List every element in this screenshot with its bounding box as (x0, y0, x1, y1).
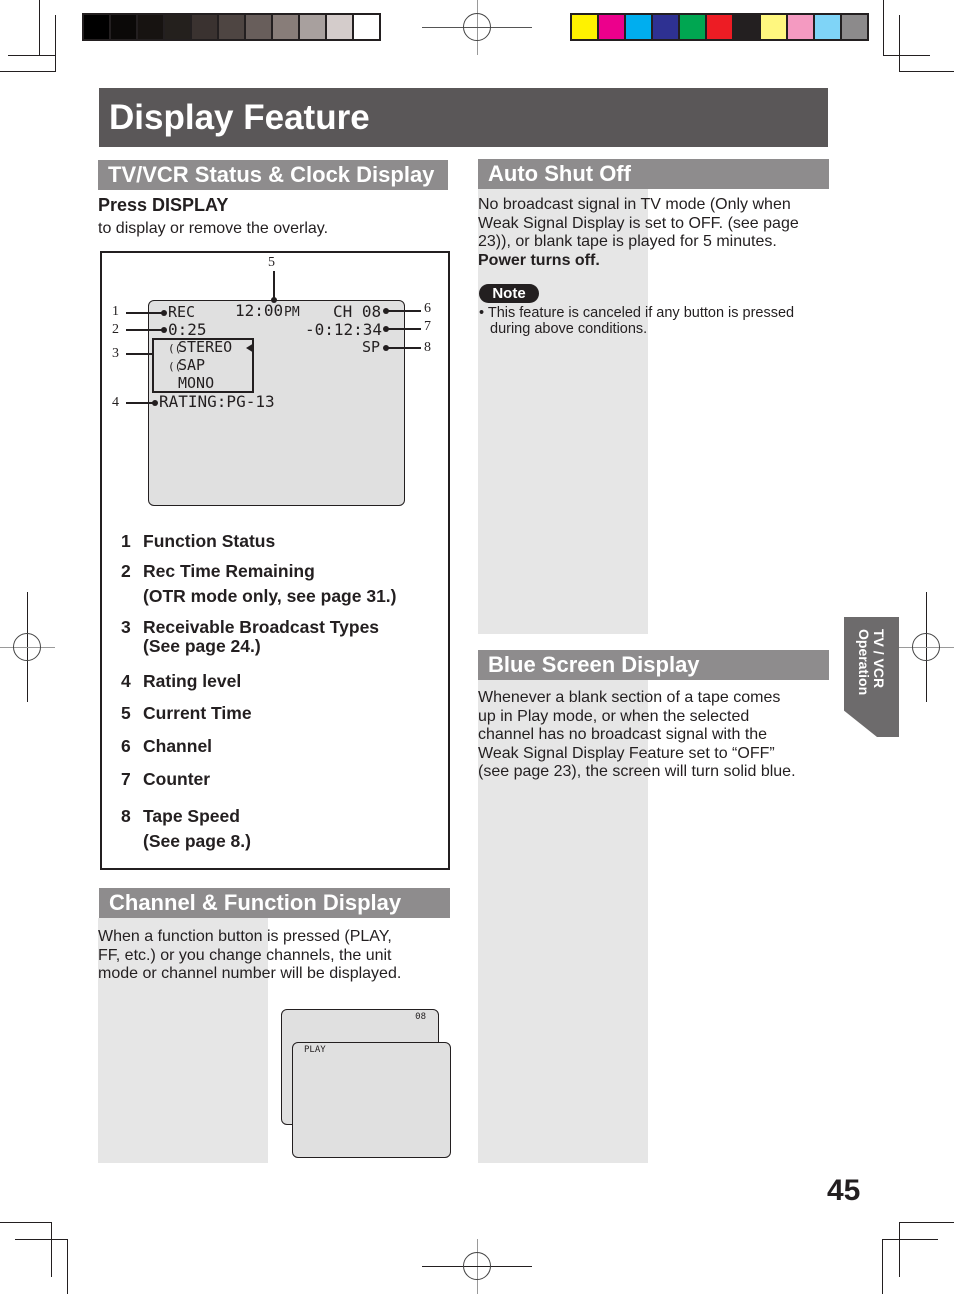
callout-2: 2 (112, 322, 119, 337)
osd-speed: SP (362, 338, 381, 356)
color-swatch (707, 15, 732, 39)
color-swatch (192, 15, 217, 39)
callout-8: 8 (424, 340, 431, 355)
color-swatch (354, 15, 379, 39)
color-swatch (327, 15, 352, 39)
osd-mono: MONO (178, 374, 215, 392)
color-swatch (273, 15, 298, 39)
color-swatch (84, 15, 109, 39)
color-swatch (815, 15, 840, 39)
callout-4: 4 (112, 395, 119, 410)
side-tab-line-1: TV / VCR (871, 629, 887, 689)
osd-rec-time: 0:25 (168, 320, 207, 339)
color-swatch (165, 15, 190, 39)
auto-shut-off-body: No broadcast signal in TV mode (Only whe… (478, 196, 799, 269)
auto-shut-off-heading: Auto Shut Off (478, 159, 829, 189)
blue-screen-heading: Blue Screen Display (478, 650, 829, 680)
side-tab-line-2: Operation (856, 629, 872, 696)
osd-time: 12:00 (235, 301, 284, 320)
grayscale-bar (82, 13, 381, 41)
color-swatch (219, 15, 244, 39)
press-display-instruction: Press DISPLAY (98, 195, 229, 215)
color-swatch (111, 15, 136, 39)
color-swatch (653, 15, 678, 39)
function-screen: PLAY (292, 1042, 451, 1158)
channel-number: 08 (415, 1012, 426, 1022)
channel-body: When a function button is pressed (PLAY,… (98, 928, 402, 982)
overlay-instruction: to display or remove the overlay. (98, 220, 329, 237)
selected-arrow-icon (246, 343, 254, 353)
color-swatch (788, 15, 813, 39)
color-swatch (246, 15, 271, 39)
callout-3: 3 (112, 346, 119, 361)
osd-channel: CH 08 (333, 302, 382, 321)
color-swatch (761, 15, 786, 39)
callout-1: 1 (112, 304, 119, 319)
note-badge: Note (479, 284, 539, 303)
note-text: • This feature is canceled if any button… (479, 305, 795, 337)
color-swatch (572, 15, 597, 39)
function-mode: PLAY (304, 1045, 326, 1055)
osd-ampm: PM (284, 305, 300, 320)
page-title: Display Feature (109, 98, 370, 137)
osd-stereo: STEREO (178, 338, 233, 356)
osd-sap: SAP (178, 356, 206, 374)
osd-diagram: 5 1 2 3 4 6 7 8 REC 12:00 PM CH 08 0:25 … (100, 251, 450, 870)
color-swatch (842, 15, 867, 39)
osd-rec: REC (168, 303, 196, 321)
color-swatch (680, 15, 705, 39)
section-side-tab: TV / VCR Operation (844, 617, 899, 737)
blue-screen-body: Whenever a blank section of a tape comes… (478, 689, 796, 780)
status-section-heading: TV/VCR Status & Clock Display (98, 160, 448, 190)
process-color-bar (570, 13, 869, 41)
color-swatch (626, 15, 651, 39)
callout-7: 7 (424, 319, 431, 334)
color-swatch (300, 15, 325, 39)
osd-rating: RATING:PG-13 (159, 392, 275, 411)
color-swatch (138, 15, 163, 39)
osd-counter: -0:12:34 (305, 320, 383, 339)
color-swatch (599, 15, 624, 39)
callout-6: 6 (424, 301, 431, 316)
callout-5: 5 (268, 255, 275, 270)
color-swatch (734, 15, 759, 39)
page-title-bar: Display Feature (99, 88, 828, 147)
channel-section-heading: Channel & Function Display (99, 888, 450, 918)
page-number: 45 (827, 1174, 861, 1207)
